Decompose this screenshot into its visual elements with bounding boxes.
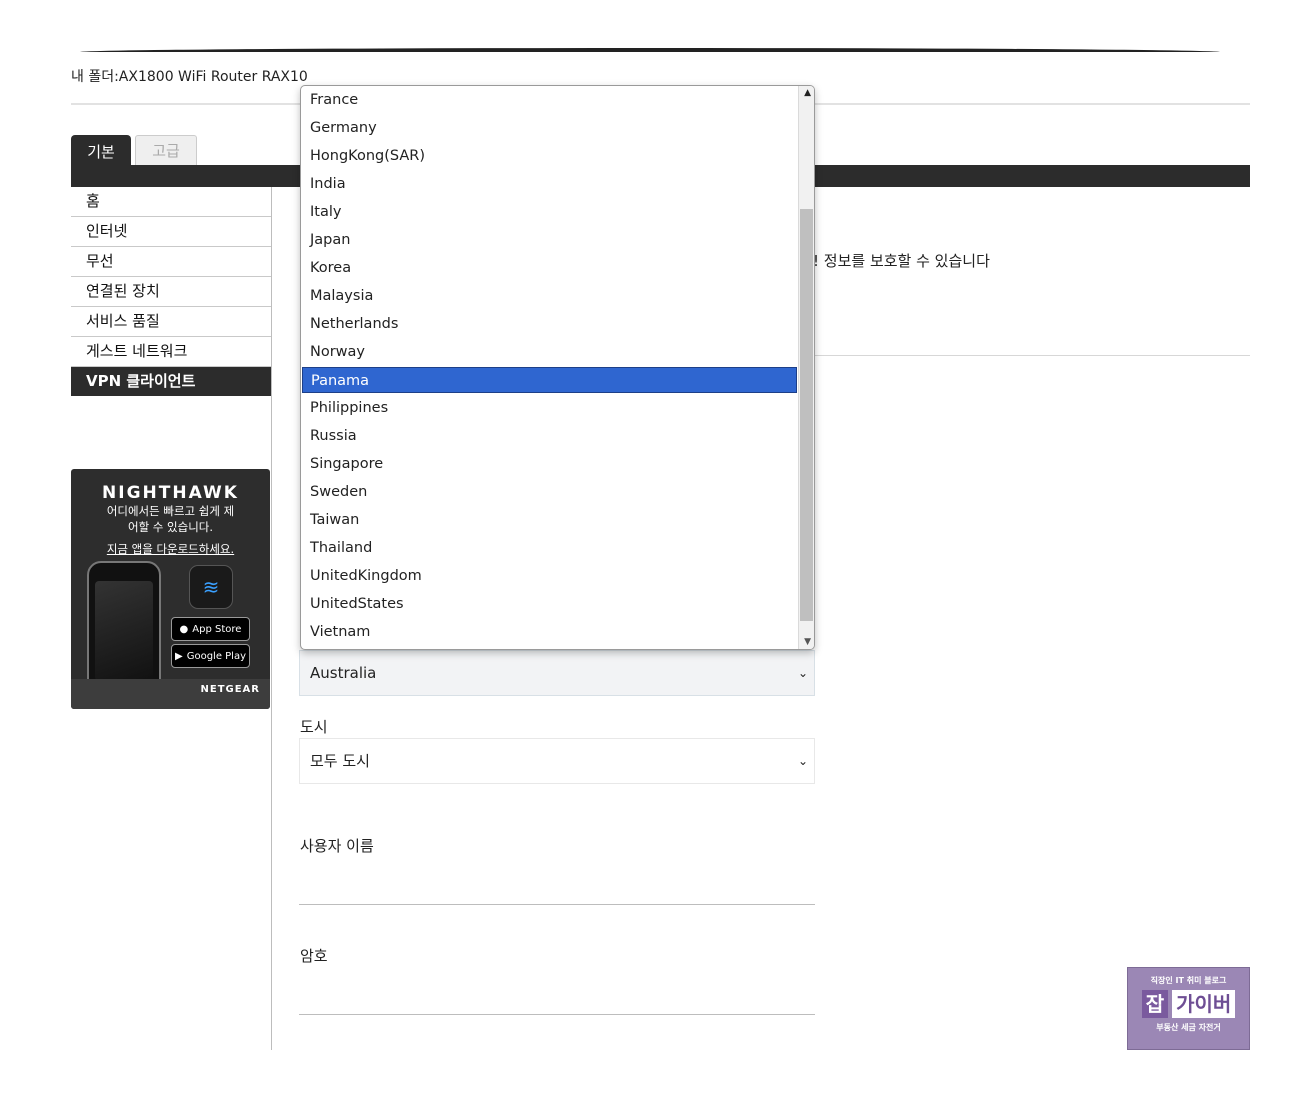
sidebar-item-qos[interactable]: 서비스 품질	[71, 307, 271, 337]
watermark-gaiver: 가이버	[1172, 990, 1236, 1018]
sidebar-item-wireless[interactable]: 무선	[71, 247, 271, 277]
watermark-title: 잡 가이버	[1128, 990, 1249, 1018]
promo-brand: NIGHTHAWK	[102, 483, 239, 503]
dropdown-option[interactable]: Italy	[302, 199, 797, 225]
google-play-button[interactable]: ▶ Google Play	[171, 644, 250, 668]
blog-watermark-logo: 직장인 IT 취미 블로그 잡 가이버 부동산 세금 자전거	[1127, 967, 1250, 1050]
sidebar-item-internet[interactable]: 인터넷	[71, 217, 271, 247]
app-store-button[interactable]: ● App Store	[171, 617, 250, 641]
promo-download-link[interactable]: 지금 앱을 다운로드하세요.	[71, 541, 270, 557]
dropdown-option[interactable]: Japan	[302, 227, 797, 253]
app-store-label: App Store	[192, 623, 242, 635]
username-input[interactable]	[299, 904, 815, 905]
arrow-up-icon[interactable]: ▲	[804, 88, 811, 98]
promo-text-line2: 어할 수 있습니다.	[127, 520, 214, 534]
city-select[interactable]: 모두 도시 ⌄	[299, 738, 815, 784]
chevron-down-icon: ⌄	[797, 666, 808, 680]
apple-icon: ●	[179, 623, 189, 635]
dropdown-option-selected[interactable]: Panama	[302, 367, 797, 393]
username-label: 사용자 이름	[300, 837, 374, 855]
dropdown-option[interactable]: Taiwan	[302, 507, 797, 533]
tab-advanced[interactable]: 고급	[135, 135, 197, 165]
dropdown-option[interactable]: Sweden	[302, 479, 797, 505]
sidebar-item-vpn-client[interactable]: VPN 클라이언트	[71, 367, 271, 396]
dropdown-option[interactable]: France	[302, 87, 797, 113]
sidebar-item-attached-devices[interactable]: 연결된 장치	[71, 277, 271, 307]
breadcrumb: 내 폴더:AX1800 WiFi Router RAX10	[71, 69, 308, 85]
sidebar-item-home[interactable]: 홈	[71, 187, 271, 217]
play-icon: ▶	[175, 650, 183, 662]
dropdown-option[interactable]: Russia	[302, 423, 797, 449]
city-select-value: 모두 도시	[310, 752, 370, 770]
dropdown-option[interactable]: Korea	[302, 255, 797, 281]
google-play-label: Google Play	[186, 650, 246, 662]
sidebar-item-guest-network[interactable]: 게스트 네트워크	[71, 337, 271, 367]
watermark-jab: 잡	[1141, 990, 1169, 1018]
dropdown-option[interactable]: Thailand	[302, 535, 797, 561]
dropdown-scrollbar[interactable]: ▲ ▼	[798, 86, 814, 649]
chevron-down-icon: ⌄	[797, 754, 808, 768]
sidebar-nav: 홈 인터넷 무선 연결된 장치 서비스 품질 게스트 네트워크 VPN 클라이언…	[71, 187, 271, 396]
scrollbar-thumb[interactable]	[800, 209, 813, 621]
netgear-logo: NETGEAR	[200, 684, 260, 695]
dropdown-option[interactable]: UnitedStates	[302, 591, 797, 617]
watermark-bottom-text: 부동산 세금 자전거	[1156, 1023, 1221, 1032]
dropdown-option[interactable]: Vietnam	[302, 619, 797, 645]
nighthawk-app-banner[interactable]: NIGHTHAWK 어디에서든 빠르고 쉽게 제 어할 수 있습니다. 지금 앱…	[71, 469, 270, 709]
description-text: ! 정보를 보호할 수 있습니다	[813, 252, 990, 270]
content-divider	[271, 187, 272, 1050]
city-label: 도시	[300, 718, 328, 736]
section-divider	[813, 355, 1250, 356]
dropdown-option[interactable]: India	[302, 171, 797, 197]
country-select-value: Australia	[310, 664, 377, 682]
country-select[interactable]: Australia ⌄	[299, 650, 815, 696]
phone-screen	[95, 581, 153, 681]
top-border-arc	[80, 48, 1220, 52]
dropdown-option[interactable]: Philippines	[302, 395, 797, 421]
dropdown-option[interactable]: HongKong(SAR)	[302, 143, 797, 169]
arrow-down-icon[interactable]: ▼	[804, 637, 811, 647]
watermark-top-text: 직장인 IT 취미 블로그	[1150, 976, 1227, 985]
password-input[interactable]	[299, 1014, 815, 1015]
dropdown-option[interactable]: Singapore	[302, 451, 797, 477]
dropdown-option[interactable]: Norway	[302, 339, 797, 365]
promo-text-line1: 어디에서든 빠르고 쉽게 제	[106, 504, 235, 518]
country-dropdown-list[interactable]: France Germany HongKong(SAR) India Italy…	[300, 85, 815, 650]
dropdown-option[interactable]: UnitedKingdom	[302, 563, 797, 589]
password-label: 암호	[300, 947, 328, 965]
dropdown-option[interactable]: Netherlands	[302, 311, 797, 337]
nighthawk-app-icon: ≋	[189, 565, 233, 609]
dropdown-option[interactable]: Malaysia	[302, 283, 797, 309]
dropdown-option[interactable]: Germany	[302, 115, 797, 141]
